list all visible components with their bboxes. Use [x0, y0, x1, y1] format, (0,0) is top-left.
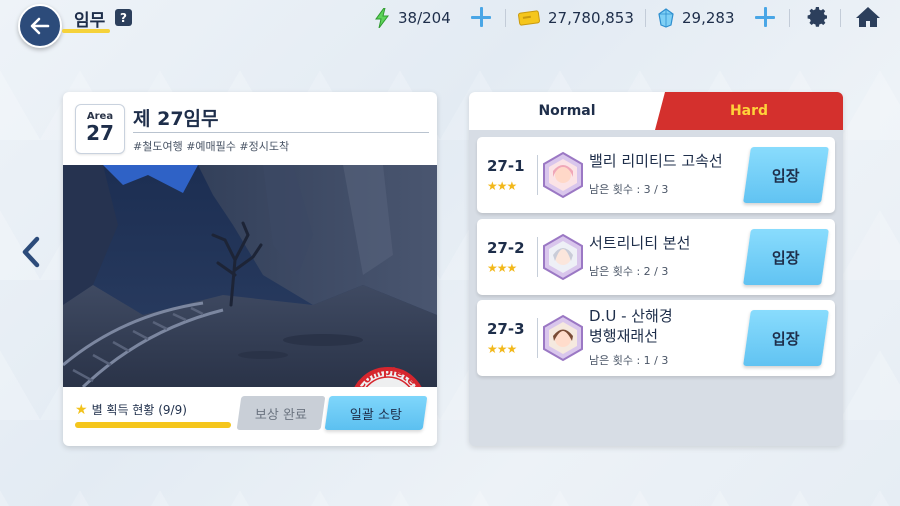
- stage-remaining: 남은 횟수 : 2 / 3: [589, 265, 669, 278]
- stage-number: 27-1: [487, 157, 525, 175]
- complete-stamp: Complete!: [353, 365, 423, 387]
- character-avatar: [543, 151, 583, 199]
- enter-button[interactable]: 입장: [743, 229, 829, 285]
- enter-button[interactable]: 입장: [743, 310, 829, 366]
- character-avatar: [543, 314, 583, 362]
- stage-stars: ★★★: [487, 179, 517, 193]
- area-number: 27: [86, 121, 114, 145]
- reward-complete-button[interactable]: 보상 완료: [236, 396, 326, 430]
- stamina-bolt-icon: [375, 8, 389, 28]
- enter-button[interactable]: 입장: [743, 147, 829, 203]
- enter-label: 입장: [772, 248, 800, 267]
- mission-title: 제 27임무: [133, 108, 219, 130]
- stage-stars: ★★★: [487, 261, 517, 275]
- credit-icon: [518, 10, 540, 26]
- character-avatar: [543, 233, 583, 281]
- stage-divider: [537, 155, 538, 195]
- stage-remaining: 남은 횟수 : 1 / 3: [589, 354, 669, 367]
- reward-complete-label: 보상 완료: [255, 407, 307, 423]
- star-progress-bar: [75, 422, 231, 428]
- back-button[interactable]: [18, 4, 62, 48]
- gem-icon: [658, 8, 674, 28]
- stage-row[interactable]: 27-2 ★★★ 서트리니티 본선 남은 횟수 : 2 / 3 입장: [477, 219, 835, 295]
- tab-hard[interactable]: Hard: [655, 92, 843, 130]
- gems-value: 29,283: [682, 9, 735, 27]
- gear-icon[interactable]: [806, 5, 830, 29]
- stage-number: 27-2: [487, 239, 525, 257]
- stage-name: 밸리 리미티드 고속선: [589, 152, 723, 170]
- stage-divider: [537, 237, 538, 277]
- credits-display: 27,780,853: [518, 8, 634, 28]
- stage-name: 서트리니티 본선: [589, 234, 691, 252]
- divider: [840, 9, 841, 27]
- gems-display: 29,283: [658, 8, 735, 28]
- area-badge: Area 27: [75, 104, 125, 154]
- batch-sweep-button[interactable]: 일괄 소탕: [324, 396, 428, 430]
- stage-panel: Normal Hard 27-1 ★★★ 밸리 리미티드 고속선 남은 횟수 :…: [469, 92, 843, 446]
- mission-card: Area 27 제 27임무 #철도여행 #예매필수 #정시도착 Complet…: [63, 92, 437, 446]
- stamina-display: 38/204: [374, 8, 451, 28]
- credits-value: 27,780,853: [548, 9, 634, 27]
- title-divider: [133, 132, 429, 133]
- left-arrow-icon[interactable]: [20, 236, 42, 268]
- enter-label: 입장: [772, 329, 800, 348]
- mission-scene-image: Complete!: [63, 165, 437, 387]
- stage-row[interactable]: 27-3 ★★★ D.U - 산해경 병행재래선 남은 횟수 : 1 / 3 입…: [477, 300, 835, 376]
- back-arrow-icon: [30, 17, 50, 35]
- divider: [505, 9, 506, 27]
- stage-divider: [537, 318, 538, 358]
- help-icon[interactable]: ?: [115, 9, 132, 26]
- batch-sweep-label: 일괄 소탕: [350, 407, 402, 423]
- home-icon[interactable]: [855, 5, 881, 29]
- stage-number: 27-3: [487, 320, 525, 338]
- stamina-value: 38/204: [398, 9, 451, 27]
- star-icon: ★: [75, 401, 88, 418]
- title-underline: [62, 29, 110, 33]
- star-progress-fill: [75, 422, 231, 428]
- page-title: 임무: [74, 11, 106, 31]
- stage-name-line2: 병행재래선: [589, 327, 659, 345]
- divider: [789, 9, 790, 27]
- stage-name: D.U - 산해경: [589, 307, 673, 325]
- top-bar: 임무 ? 38/204 27,780,853 29,283: [0, 0, 900, 48]
- gems-plus-button[interactable]: [754, 6, 776, 28]
- enter-label: 입장: [772, 166, 800, 185]
- stage-row[interactable]: 27-1 ★★★ 밸리 리미티드 고속선 남은 횟수 : 3 / 3 입장: [477, 137, 835, 213]
- star-progress-text: 별 획득 현황 (9/9): [91, 403, 187, 417]
- tab-normal[interactable]: Normal: [469, 92, 665, 130]
- star-progress-label: ★ 별 획득 현황 (9/9): [75, 401, 187, 418]
- stamina-plus-button[interactable]: [470, 6, 492, 28]
- stage-stars: ★★★: [487, 342, 517, 356]
- stage-remaining: 남은 횟수 : 3 / 3: [589, 183, 669, 196]
- mission-tags: #철도여행 #예매필수 #정시도착: [133, 140, 290, 153]
- divider: [645, 9, 646, 27]
